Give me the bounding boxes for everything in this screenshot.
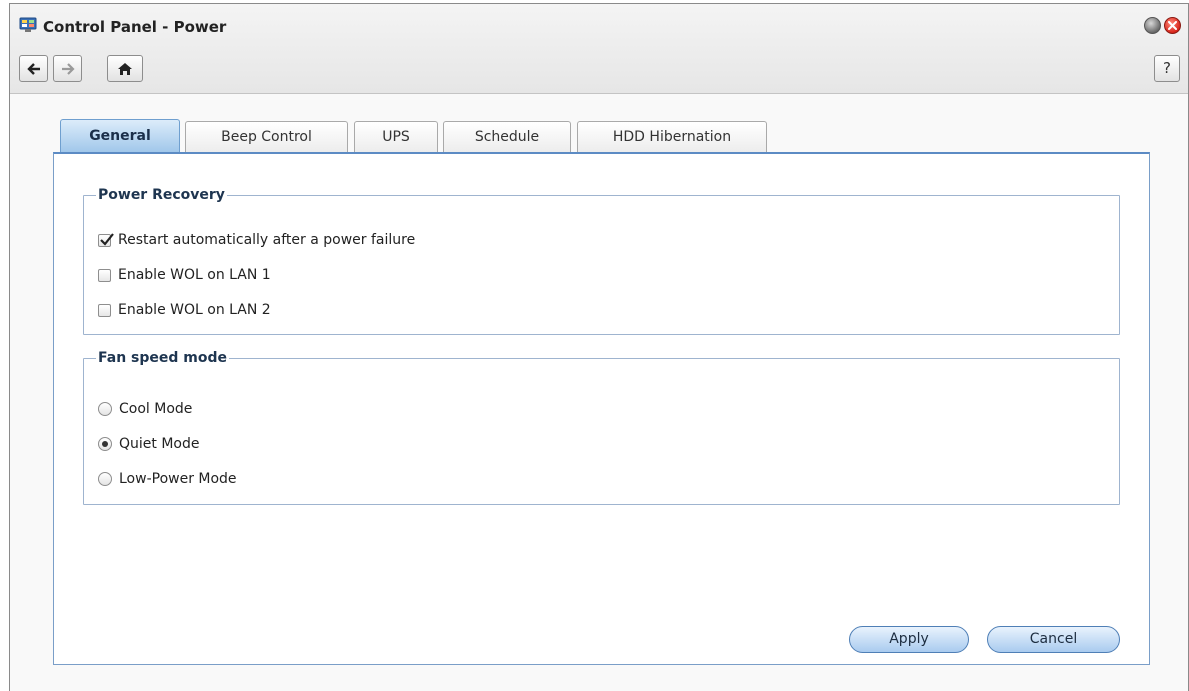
help-icon: ? — [1163, 59, 1171, 77]
close-icon — [1168, 21, 1177, 30]
arrow-left-icon — [26, 62, 40, 75]
tab-beep-control[interactable]: Beep Control — [185, 121, 348, 153]
window-title: Control Panel - Power — [43, 18, 227, 36]
quiet-mode-option[interactable]: Quiet Mode — [98, 434, 199, 454]
low-power-mode-label: Low-Power Mode — [119, 471, 237, 487]
low-power-mode-option[interactable]: Low-Power Mode — [98, 469, 237, 489]
wol-lan1-option[interactable]: Enable WOL on LAN 1 — [98, 265, 271, 285]
wol-lan1-checkbox[interactable] — [98, 268, 111, 282]
quiet-mode-label: Quiet Mode — [119, 436, 200, 452]
power-recovery-group: Power Recovery Restart automatically aft… — [83, 187, 1120, 335]
quiet-mode-radio[interactable] — [98, 437, 112, 451]
restart-after-failure-checkbox[interactable] — [98, 232, 114, 247]
arrow-right-icon — [61, 62, 75, 75]
low-power-mode-radio[interactable] — [98, 472, 112, 486]
close-button[interactable] — [1164, 17, 1181, 34]
cancel-button[interactable]: Cancel — [987, 626, 1120, 653]
wol-lan1-label: Enable WOL on LAN 1 — [118, 267, 271, 283]
control-panel-window: Control Panel - Power ? General Beep Con… — [9, 3, 1189, 691]
help-button[interactable]: ? — [1154, 55, 1180, 82]
tab-ups[interactable]: UPS — [354, 121, 438, 153]
forward-button[interactable] — [53, 55, 82, 82]
fan-speed-legend: Fan speed mode — [98, 350, 227, 366]
cool-mode-radio[interactable] — [98, 402, 112, 416]
radio-selected-dot — [102, 441, 108, 447]
wol-lan2-option[interactable]: Enable WOL on LAN 2 — [98, 300, 271, 320]
home-button[interactable] — [107, 55, 143, 82]
cool-mode-option[interactable]: Cool Mode — [98, 399, 192, 419]
general-panel: Power Recovery Restart automatically aft… — [53, 152, 1150, 665]
minimize-button[interactable] — [1144, 17, 1161, 34]
tab-general[interactable]: General — [60, 119, 180, 153]
title-bar: Control Panel - Power ? — [10, 4, 1188, 94]
home-icon — [118, 62, 132, 75]
wol-lan2-checkbox[interactable] — [98, 303, 111, 317]
wol-lan2-label: Enable WOL on LAN 2 — [118, 302, 271, 318]
back-button[interactable] — [19, 55, 48, 82]
restart-after-failure-option[interactable]: Restart automatically after a power fail… — [98, 230, 415, 250]
fan-speed-group: Fan speed mode Cool Mode Quiet Mode Low-… — [83, 350, 1120, 505]
apply-button[interactable]: Apply — [849, 626, 969, 653]
restart-after-failure-label: Restart automatically after a power fail… — [118, 232, 416, 248]
control-panel-icon — [19, 17, 37, 33]
tab-schedule[interactable]: Schedule — [443, 121, 571, 153]
power-recovery-legend: Power Recovery — [98, 187, 225, 203]
checkmark-icon — [100, 232, 114, 246]
cool-mode-label: Cool Mode — [119, 401, 193, 417]
tab-hdd-hibernation[interactable]: HDD Hibernation — [577, 121, 767, 153]
